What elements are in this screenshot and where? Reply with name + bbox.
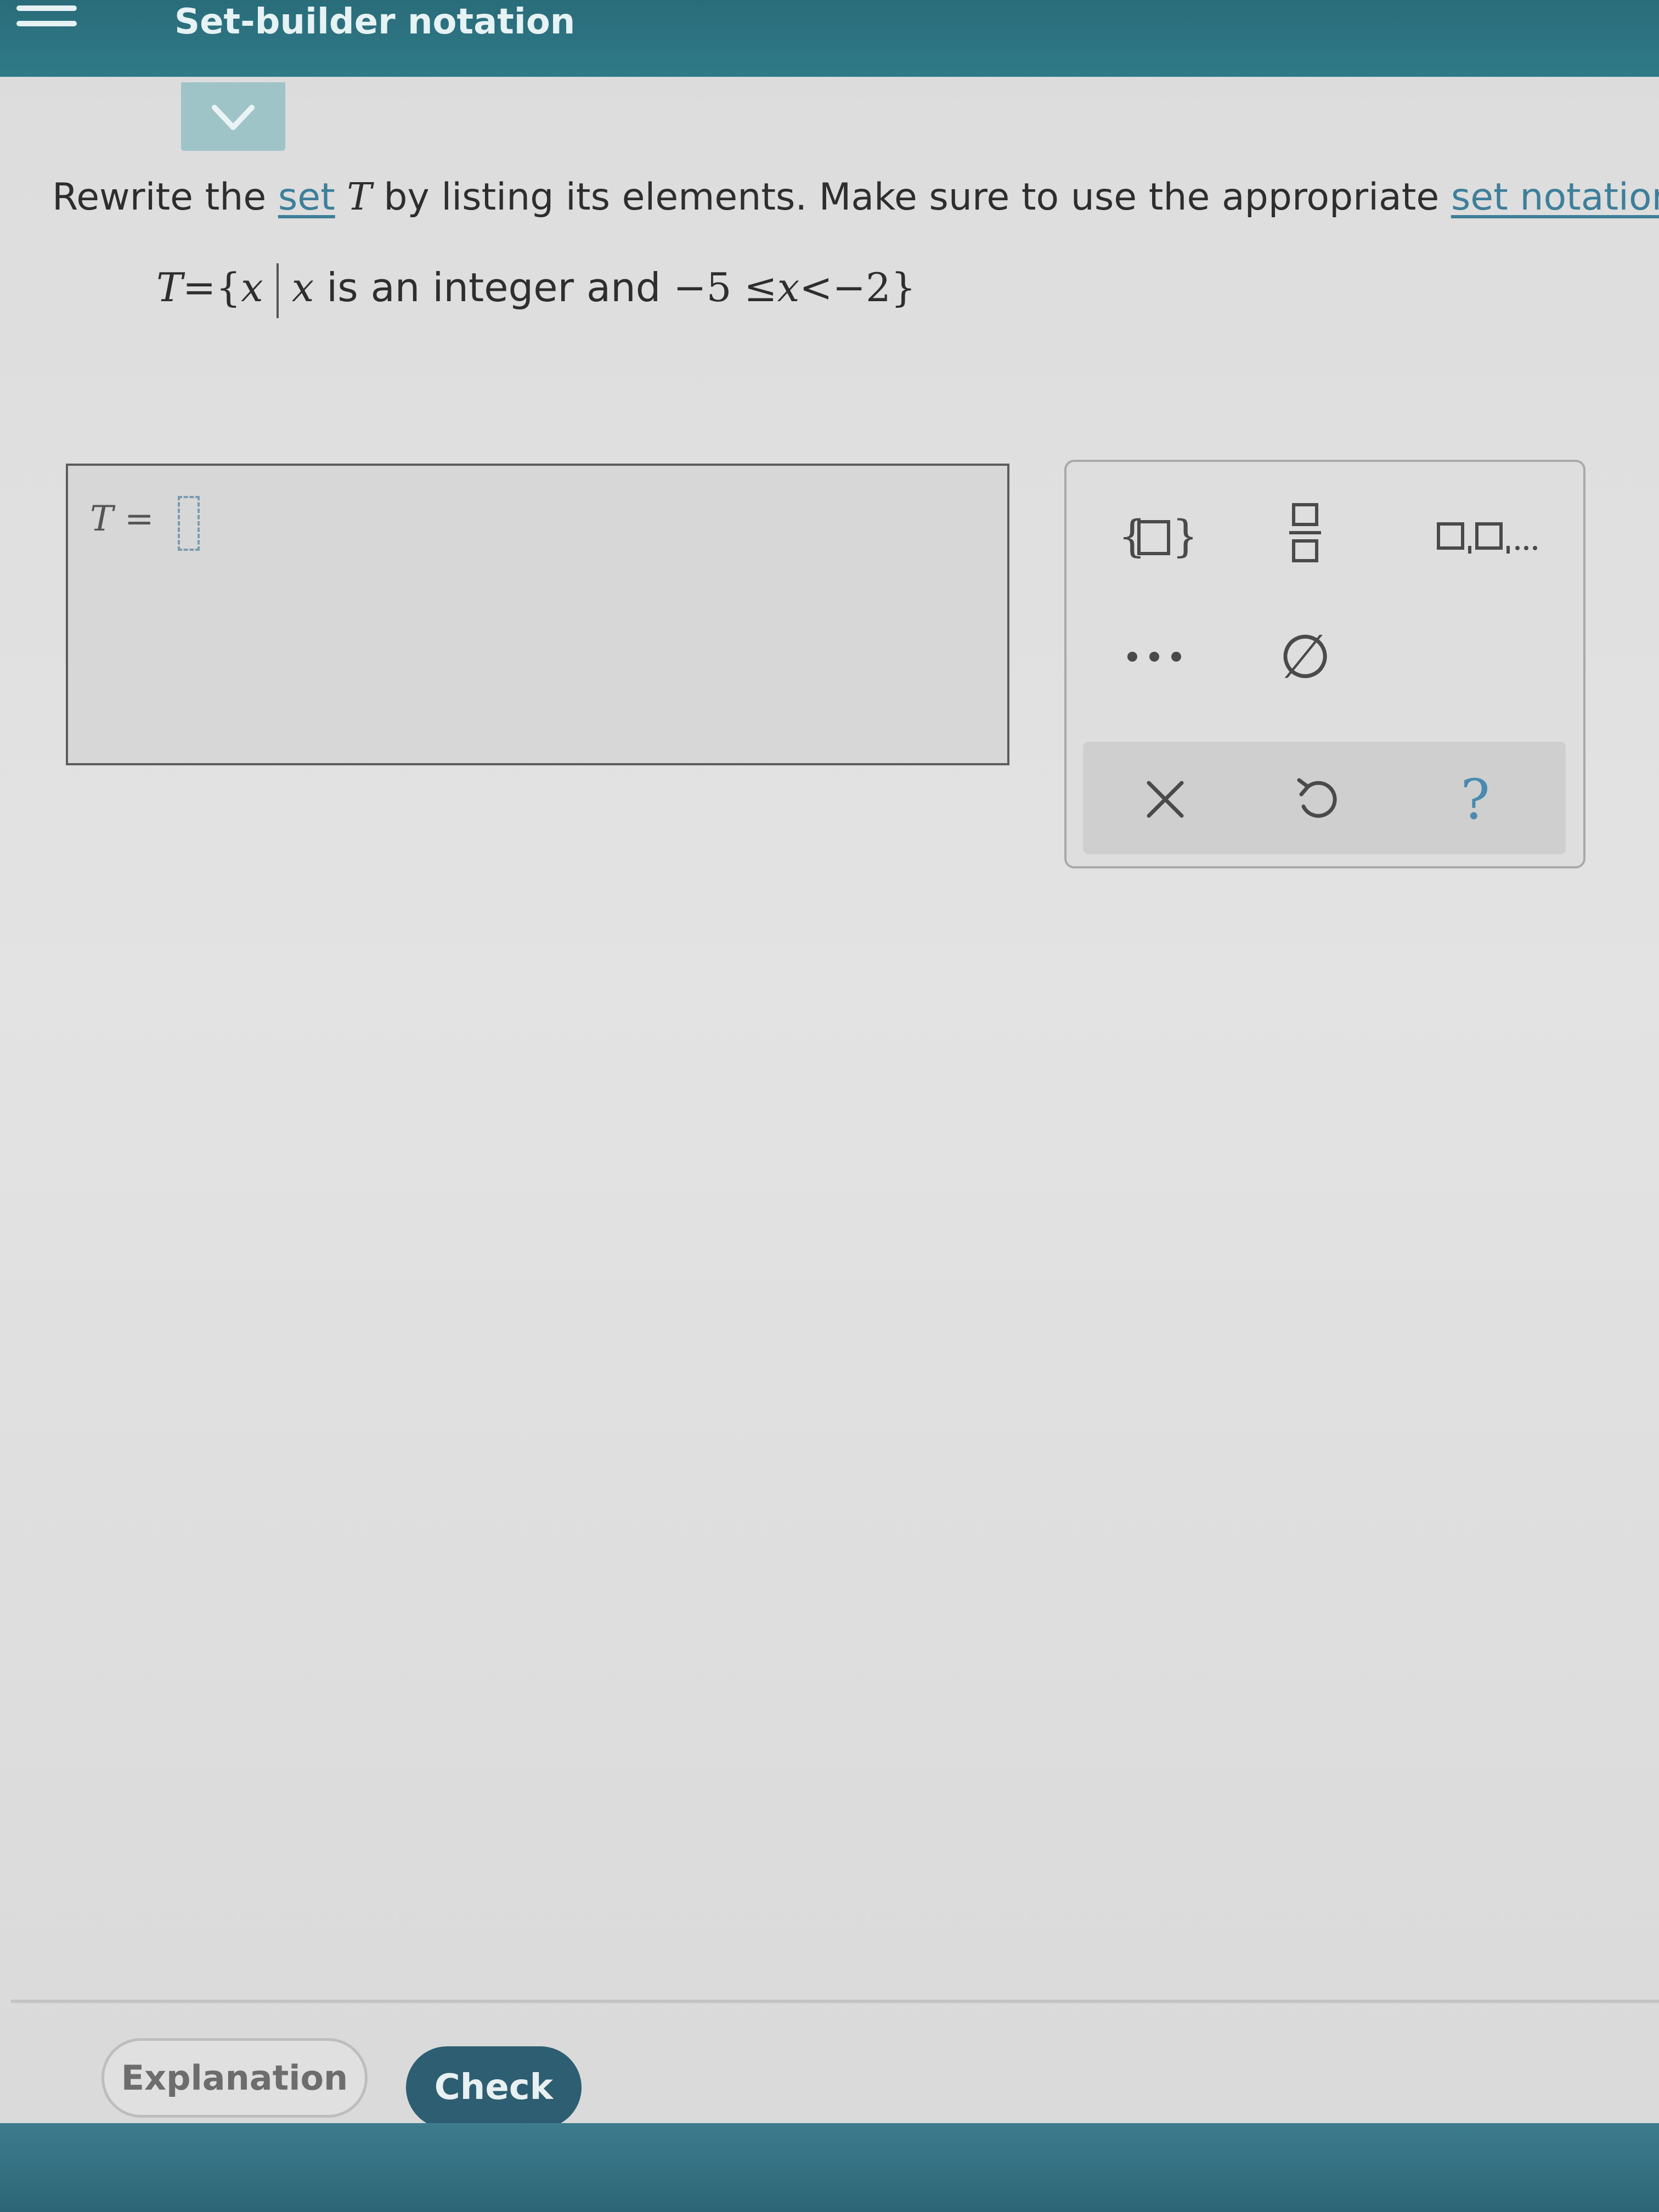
set-link[interactable]: set: [278, 176, 335, 219]
undo-key[interactable]: [1269, 758, 1363, 840]
list-icon: [1437, 522, 1537, 554]
ellipsis-icon: [1127, 652, 1181, 662]
set-braces-key[interactable]: { }: [1110, 495, 1198, 577]
check-button[interactable]: Check: [406, 2046, 582, 2129]
svg-text:}: }: [1172, 511, 1193, 562]
ellipsis-key[interactable]: [1110, 616, 1198, 698]
list-key[interactable]: [1418, 495, 1560, 577]
help-key[interactable]: ?: [1429, 758, 1522, 840]
set-notation-link[interactable]: set notation: [1451, 176, 1659, 219]
menu-icon[interactable]: [16, 5, 77, 44]
footer-bar: [0, 2123, 1659, 2212]
set-definition: T={x x is an integer and −5 ≤x<−2}: [156, 263, 916, 318]
problem-prompt: Rewrite the set T by listing its element…: [52, 176, 1659, 219]
header-bar: Set-builder notation: [0, 0, 1659, 77]
answer-input-slot[interactable]: [178, 496, 200, 551]
set-name: T: [347, 176, 372, 219]
page-background: [0, 0, 1659, 2212]
set-braces-icon: { }: [1118, 511, 1193, 562]
such-that-bar: [276, 263, 279, 318]
chevron-down-icon: [212, 105, 255, 130]
empty-set-key[interactable]: ∅: [1264, 610, 1346, 703]
undo-icon: [1297, 778, 1337, 818]
clear-key[interactable]: [1116, 758, 1215, 840]
math-keypad: { } ∅: [1064, 460, 1585, 868]
answer-input-area[interactable]: T =: [66, 464, 1009, 765]
fraction-key[interactable]: [1269, 489, 1341, 577]
close-icon: [1147, 781, 1184, 818]
answer-label: T =: [90, 499, 154, 539]
collapse-toggle[interactable]: [181, 82, 285, 151]
bottom-divider: [11, 2000, 1659, 2003]
fraction-icon: [1289, 503, 1321, 562]
explanation-button[interactable]: Explanation: [101, 2038, 368, 2118]
page-title: Set-builder notation: [174, 2, 575, 42]
